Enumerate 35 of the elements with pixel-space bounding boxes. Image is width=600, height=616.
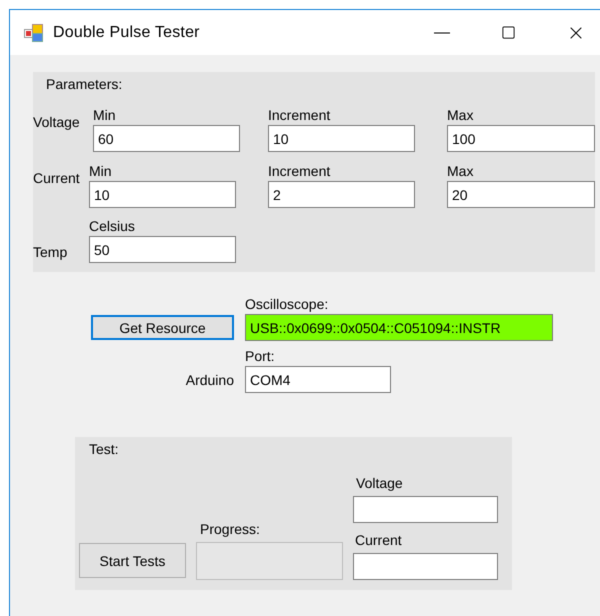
input-field[interactable]: 100 <box>447 125 595 152</box>
group-title: Parameters: <box>46 76 122 93</box>
port-field[interactable]: COM4 <box>245 366 391 393</box>
row-label: Voltage <box>33 113 81 131</box>
input-field[interactable]: 50 <box>89 236 236 263</box>
voltage-field[interactable] <box>353 496 498 523</box>
oscilloscope-field[interactable]: USB::0x0699::0x0504::C051094::INSTR <box>245 314 553 341</box>
field-label: Min <box>93 106 116 125</box>
row-label: Temp <box>33 243 68 261</box>
input-field[interactable]: 20 <box>447 181 595 208</box>
field-label: Increment <box>268 162 330 181</box>
input-field[interactable]: 60 <box>93 125 240 152</box>
group-title: Test: <box>89 441 119 458</box>
field-label: Progress: <box>200 520 260 539</box>
field-label: Max <box>447 162 474 181</box>
row-label: Arduino <box>186 372 234 388</box>
field-label: Min <box>89 162 112 181</box>
field-label: Oscilloscope: <box>245 295 330 314</box>
row-label: Current <box>33 169 81 187</box>
field-label: Celsius <box>89 217 135 236</box>
current-field[interactable] <box>353 553 498 580</box>
maximize-icon <box>501 25 516 40</box>
start-tests-button[interactable]: Start Tests <box>79 543 186 578</box>
field-label: Current <box>355 531 402 550</box>
get-resource-button[interactable]: Get Resource <box>91 315 234 340</box>
field-label: Voltage <box>356 474 403 493</box>
window-title: Double Pulse Tester <box>53 24 200 42</box>
field-label: Port: <box>245 347 276 366</box>
field-label: Increment <box>268 106 330 125</box>
input-field[interactable]: 10 <box>268 125 415 152</box>
input-field[interactable]: 2 <box>268 181 415 208</box>
input-field[interactable]: 10 <box>89 181 236 208</box>
minimize-icon <box>434 32 450 34</box>
app-icon <box>24 24 43 42</box>
field-label: Max <box>447 106 474 125</box>
